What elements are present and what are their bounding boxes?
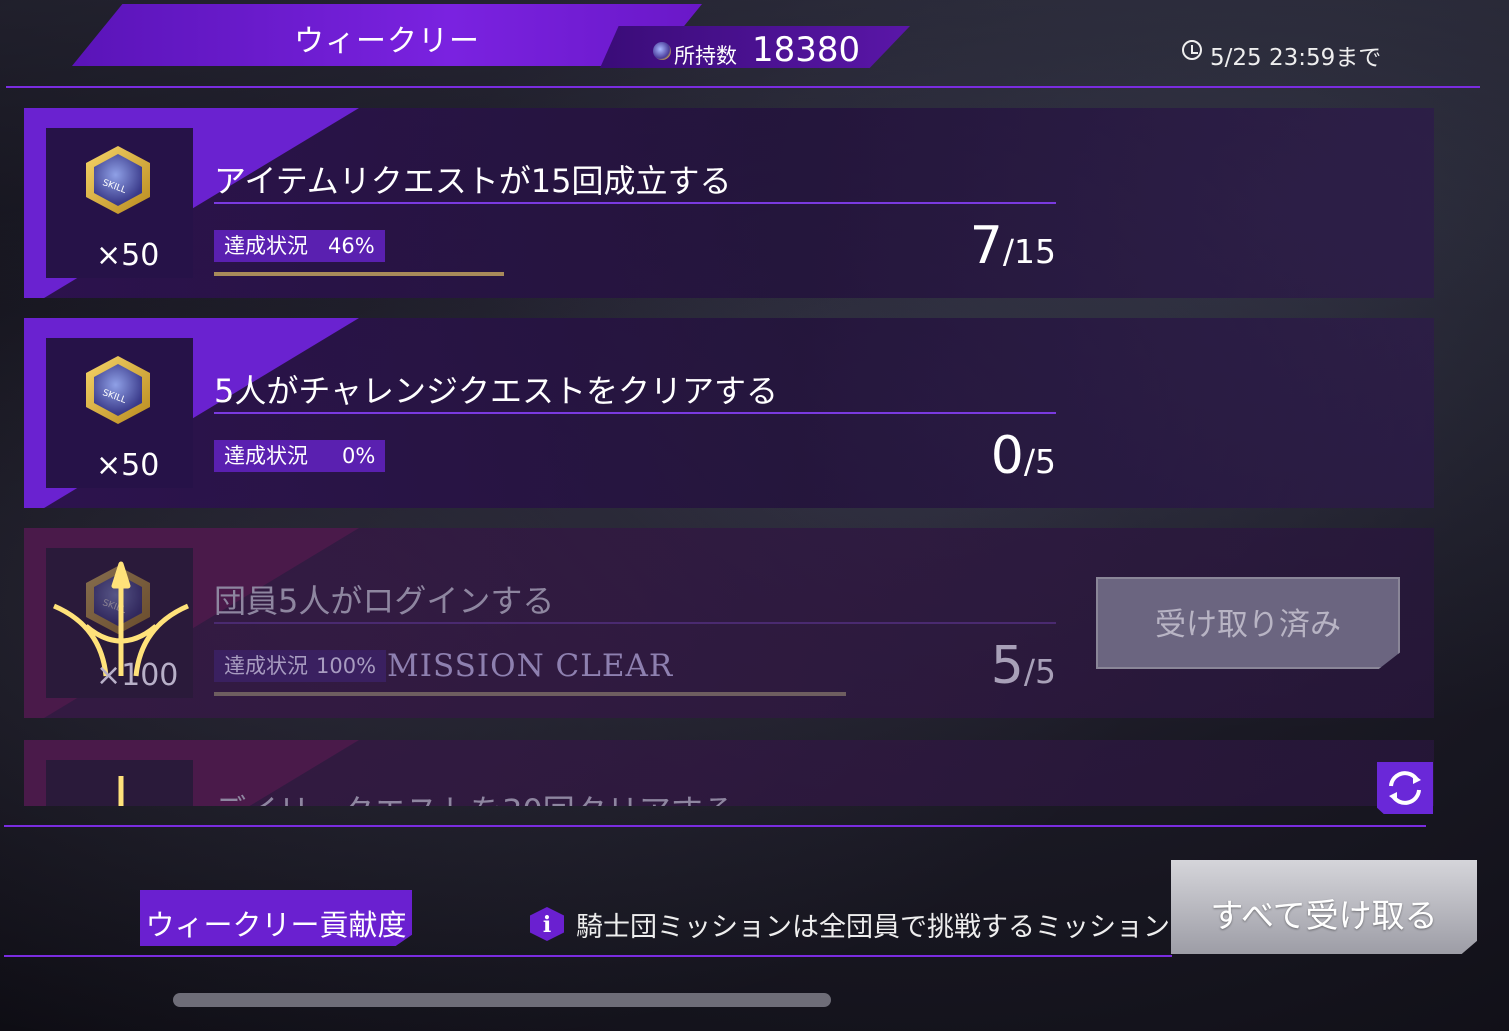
title-underline (214, 412, 1056, 414)
header-divider (6, 86, 1480, 88)
coin-icon (653, 42, 671, 60)
claim-all-button[interactable]: すべて受け取る (1171, 860, 1477, 954)
horizontal-scrollbar[interactable] (173, 993, 831, 1007)
coins-value: 18380 (752, 30, 861, 70)
progress-value: 0 (990, 426, 1024, 486)
mission-row[interactable]: SKILL ×50 アイテムリクエストが15回成立する 達成状況 46% 7/15 (24, 108, 1434, 298)
status-label: 達成状況 (224, 444, 308, 468)
mission-title: アイテムリクエストが15回成立する (214, 162, 732, 200)
status-badge: 達成状況 100% (214, 650, 387, 682)
progress-count: 5/5 (991, 636, 1056, 696)
title-underline (214, 202, 1056, 204)
progress-bar (214, 272, 504, 276)
reward-quantity: ×50 (96, 448, 160, 483)
deadline: 5/25 23:59まで (1182, 38, 1381, 72)
weekly-contribution-button[interactable]: ウィークリー貢献度 (140, 890, 412, 946)
info-message: 騎士団ミッションは全団員で挑戦するミッションです。 (576, 912, 1249, 943)
clear-emblem-icon (118, 776, 124, 806)
status-percent: 46% (328, 234, 375, 258)
mission-row-claimed[interactable]: SKILL ×100 団員5人がログインする 達成状況 100% MISSION … (24, 528, 1434, 718)
mission-title: 5人がチャレンジクエストをクリアする (214, 372, 779, 410)
refresh-icon (1389, 771, 1421, 805)
progress-total: /5 (1023, 442, 1056, 481)
status-label: 達成状況 (224, 234, 308, 258)
progress-count: 0/5 (991, 426, 1056, 486)
mission-list[interactable]: SKILL ×50 アイテムリクエストが15回成立する 達成状況 46% 7/15… (24, 108, 1434, 806)
mission-row[interactable]: SKILL ×50 5人がチャレンジクエストをクリアする 達成状況 0% 0/5 (24, 318, 1434, 508)
claim-all-label: すべて受け取る (1210, 896, 1438, 935)
progress-bar (214, 692, 846, 696)
mission-title: 団員5人がログインする (214, 582, 555, 620)
coins-label: 所持数 (674, 44, 737, 68)
progress-value: 7 (969, 216, 1003, 276)
status-badge: 達成状況 0% (214, 440, 386, 472)
status-percent: 0% (342, 444, 376, 468)
status-percent: 100% (316, 654, 377, 678)
title-underline (214, 622, 1056, 624)
status-label: 達成状況 (224, 654, 308, 678)
claimed-button[interactable]: 受け取り済み (1096, 577, 1400, 669)
progress-total: /15 (1002, 232, 1056, 271)
mission-title: デイリークエストを30回クリアする (214, 786, 735, 806)
reward-quantity: ×100 (96, 658, 179, 693)
mission-clear-label: MISSION CLEAR (387, 648, 674, 684)
reward-quantity: ×50 (96, 238, 160, 273)
refresh-button[interactable] (1377, 762, 1433, 814)
progress-value: 5 (990, 636, 1024, 696)
deadline-text: 5/25 23:59まで (1210, 45, 1382, 71)
list-divider (4, 825, 1426, 827)
footer-divider (4, 955, 1172, 957)
weekly-contribution-label: ウィークリー貢献度 (145, 908, 407, 942)
status-badge: 達成状況 46% (214, 230, 385, 262)
progress-count: 7/15 (970, 216, 1056, 276)
mission-row-claimed[interactable]: デイリークエストを30回クリアする (24, 740, 1434, 806)
info-text: 騎士団ミッションは全団員で挑戦するミッションです。 (530, 905, 1248, 944)
progress-total: /5 (1023, 652, 1056, 691)
